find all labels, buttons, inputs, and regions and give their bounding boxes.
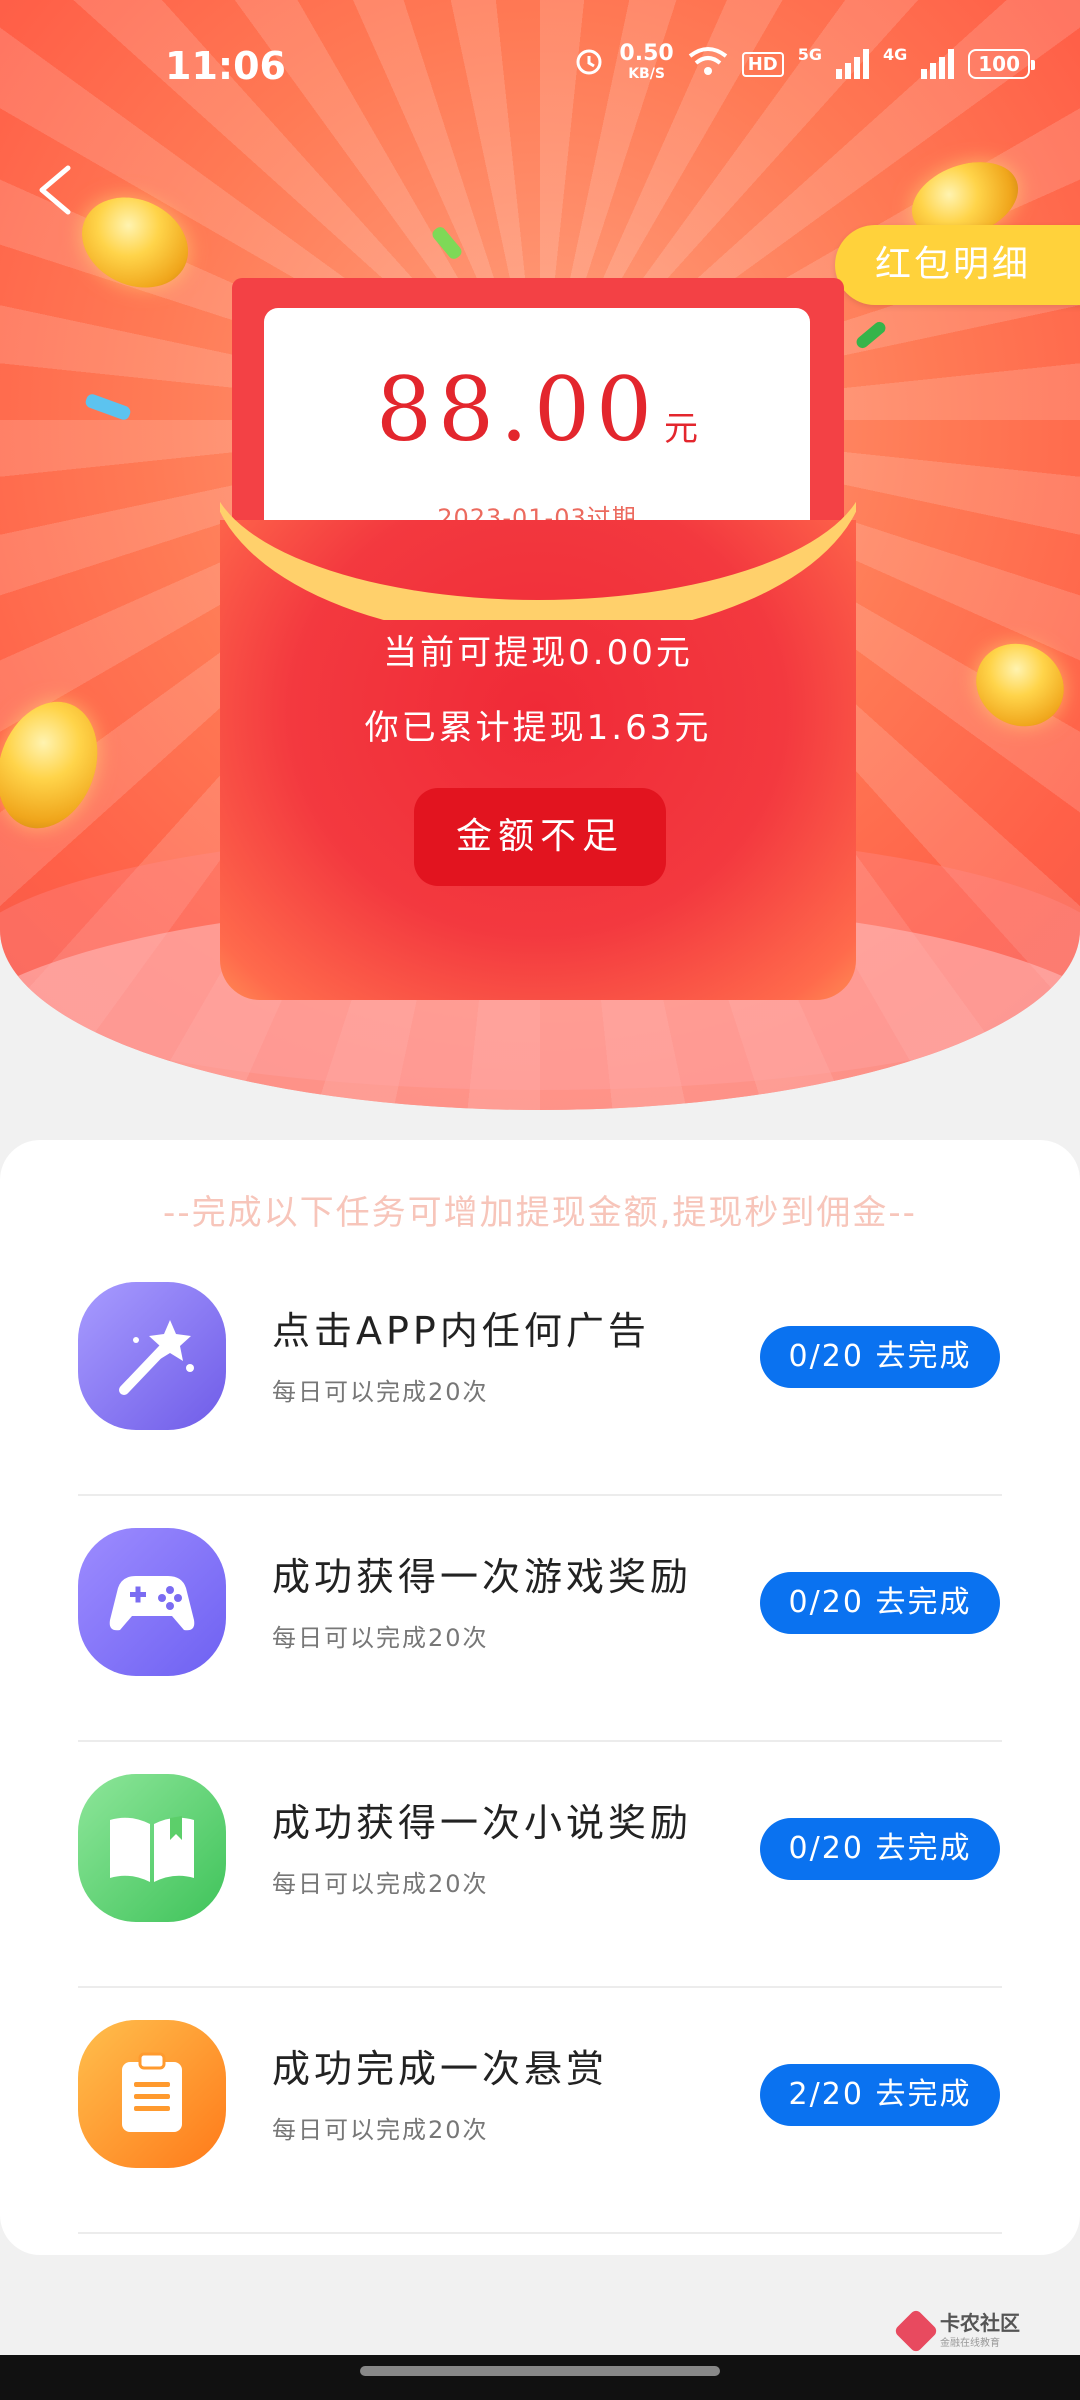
- watermark-name: 卡农社区: [940, 2311, 1020, 2335]
- task-go-button[interactable]: 2/20 去完成: [760, 2064, 1000, 2126]
- home-indicator[interactable]: [360, 2366, 720, 2376]
- task-item: 成功完成一次悬赏 每日可以完成20次 2/20 去完成: [78, 1988, 1002, 2234]
- task-item: 点击APP内任何广告 每日可以完成20次 0/20 去完成: [78, 1250, 1002, 1496]
- task-subtitle: 每日可以完成20次: [272, 2116, 489, 2144]
- envelope-flap: [220, 500, 856, 620]
- task-tip: --完成以下任务可增加提现金额,提现秒到佣金--: [163, 1193, 917, 1233]
- task-go-button[interactable]: 0/20 去完成: [760, 1572, 1000, 1634]
- back-button[interactable]: [30, 160, 90, 220]
- task-item: 成功获得一次小说奖励 每日可以完成20次 0/20 去完成: [78, 1742, 1002, 1988]
- withdraw-button[interactable]: 金额不足: [414, 788, 666, 886]
- watermark: 卡农社区 金融在线教育: [893, 2307, 1020, 2354]
- total-withdrawn: 你已累计提现1.63元: [364, 708, 712, 748]
- hd-badge: HD: [741, 51, 784, 77]
- task-subtitle: 每日可以完成20次: [272, 1624, 489, 1652]
- task-go-button[interactable]: 0/20 去完成: [760, 1818, 1000, 1880]
- alarm-icon: [573, 45, 605, 83]
- status-time: 11:06: [165, 44, 286, 88]
- network-5g-label: 5G: [797, 44, 822, 64]
- task-title: 成功完成一次悬赏: [272, 2047, 609, 2091]
- task-title: 成功获得一次小说奖励: [272, 1801, 693, 1845]
- red-packet-amount: 88.00 元: [376, 358, 698, 461]
- task-subtitle: 每日可以完成20次: [272, 1378, 489, 1406]
- kanong-logo-icon: [893, 2307, 939, 2354]
- status-icons: 0.50 KB/S HD 5G 4G 100: [573, 41, 1035, 84]
- wifi-icon: [688, 46, 728, 82]
- red-packet-detail-button[interactable]: 红包明细: [835, 225, 1080, 305]
- navigation-bar: [0, 2355, 1080, 2400]
- status-bar: 11:06 0.50 KB/S HD 5G 4G 100: [0, 0, 1080, 130]
- task-go-button[interactable]: 0/20 去完成: [760, 1326, 1000, 1388]
- magic-wand-icon: [78, 1282, 226, 1430]
- task-panel: --完成以下任务可增加提现金额,提现秒到佣金-- 点击APP内任何广告 每日可以…: [0, 1140, 1080, 2255]
- network-4g-label: 4G: [882, 44, 908, 64]
- signal-icon: [921, 49, 955, 79]
- watermark-tagline: 金融在线教育: [940, 2338, 1000, 2349]
- task-title: 成功获得一次游戏奖励: [272, 1555, 693, 1599]
- task-title: 点击APP内任何广告: [272, 1309, 650, 1353]
- current-withdrawable: 当前可提现0.00元: [383, 633, 693, 673]
- gamepad-icon: [78, 1528, 226, 1676]
- signal-icon: [835, 49, 869, 79]
- net-speed: 0.50 KB/S: [619, 41, 674, 83]
- task-subtitle: 每日可以完成20次: [272, 1870, 489, 1898]
- battery-indicator: 100: [968, 49, 1035, 79]
- book-icon: [78, 1774, 226, 1922]
- chevron-left-icon: [39, 165, 71, 215]
- clipboard-icon: [78, 2020, 226, 2168]
- task-item: 成功获得一次游戏奖励 每日可以完成20次 0/20 去完成: [78, 1496, 1002, 1742]
